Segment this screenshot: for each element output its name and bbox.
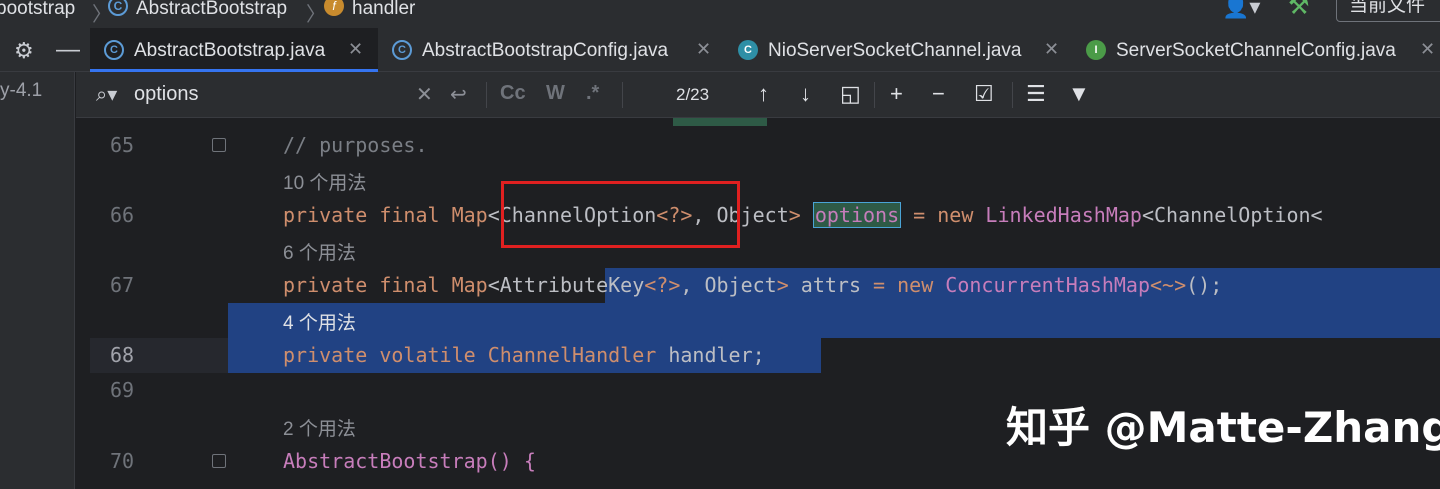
breadcrumb-item-field[interactable]: handler	[352, 0, 415, 20]
usage-hint[interactable]: 2 个用法	[283, 414, 356, 441]
search-input[interactable]	[134, 80, 424, 108]
class-lock-icon: C	[392, 40, 412, 60]
usage-hint[interactable]: 10 个用法	[283, 168, 366, 195]
field-icon: f	[324, 0, 344, 16]
code-line: private final Map<ChannelOption<?>, Obje…	[283, 202, 1323, 228]
search-match-highlight: options	[812, 202, 902, 228]
tab-label: NioServerSocketChannel.java	[768, 40, 1022, 61]
class-lock-icon: C	[104, 40, 124, 60]
line-number: 65	[110, 133, 135, 157]
line-number: 69	[110, 378, 135, 402]
replace-toggle-icon[interactable]: ↩	[450, 82, 467, 107]
clear-search-icon[interactable]: ✕	[416, 82, 433, 107]
search-icon[interactable]: ⌕▾	[96, 82, 117, 107]
line-number: 70	[110, 449, 135, 473]
close-icon[interactable]: ✕	[1420, 39, 1435, 60]
close-icon[interactable]: ✕	[696, 39, 711, 60]
tab-abstract-bootstrap[interactable]: C AbstractBootstrap.java ✕	[90, 28, 378, 72]
search-match-marker	[673, 118, 767, 126]
code-line: // purposes.	[283, 133, 428, 157]
fold-icon[interactable]	[212, 138, 226, 152]
usage-hint[interactable]: 4 个用法	[283, 308, 356, 335]
gear-icon[interactable]: ⚙	[14, 38, 34, 64]
tab-label: ServerSocketChannelConfig.java	[1116, 40, 1396, 61]
class-icon: C	[108, 0, 128, 16]
selection	[228, 303, 1440, 338]
line-gutter	[90, 118, 228, 489]
add-occurrence-icon[interactable]: +	[890, 81, 903, 107]
divider	[622, 82, 623, 108]
select-occurrences-icon[interactable]: ☑	[974, 81, 994, 107]
tab-abstract-bootstrap-config[interactable]: C AbstractBootstrapConfig.java ✕	[378, 28, 722, 72]
project-panel: y-4.1	[0, 72, 75, 489]
close-icon[interactable]: ✕	[348, 39, 363, 60]
code-line: private volatile ChannelHandler handler;	[283, 343, 765, 367]
usage-hint[interactable]: 6 个用法	[283, 238, 356, 265]
match-count: 2/23	[676, 85, 710, 104]
fold-icon[interactable]	[212, 454, 226, 468]
line-number: 67	[110, 273, 135, 297]
breadcrumb: bootstrap 〉 C AbstractBootstrap 〉 f hand…	[0, 0, 1440, 28]
divider	[1012, 82, 1013, 108]
divider	[874, 82, 875, 108]
match-case-button[interactable]: Cc	[500, 82, 526, 105]
interface-icon: I	[1086, 40, 1106, 60]
tab-label: AbstractBootstrap.java	[134, 40, 326, 61]
next-occurrence-icon[interactable]: ↓	[800, 81, 811, 107]
previous-occurrence-icon[interactable]: ↑	[758, 81, 769, 107]
annotation-box	[501, 181, 740, 248]
code-line: AbstractBootstrap() {	[283, 449, 536, 473]
build-hammer-icon[interactable]: ⚒	[1288, 0, 1318, 20]
watermark: 知乎 @Matte-Zhang	[1006, 403, 1440, 452]
divider	[486, 82, 487, 108]
breadcrumb-separator: 〉	[306, 4, 326, 26]
find-bar: ⌕▾ ✕ ↩ Cc W .* 2/23 ↑ ↓ ◱ + − ☑ ☰ ▼	[76, 72, 1440, 118]
minimize-icon[interactable]: —	[56, 36, 80, 64]
user-menu-icon[interactable]: 👤▾	[1222, 0, 1266, 19]
breadcrumb-item-package[interactable]: bootstrap	[0, 0, 75, 20]
tab-label: AbstractBootstrapConfig.java	[422, 40, 669, 61]
whole-words-button[interactable]: W	[546, 82, 565, 105]
select-all-occurrences-icon[interactable]: ◱	[840, 81, 861, 107]
filter-icon[interactable]: ▼	[1068, 81, 1090, 107]
breadcrumb-item-class[interactable]: AbstractBootstrap	[136, 0, 287, 20]
tab-nio-server-socket-channel[interactable]: C NioServerSocketChannel.java ✕	[724, 28, 1070, 72]
line-number: 68	[110, 343, 135, 367]
close-icon[interactable]: ✕	[1044, 39, 1059, 60]
scope-selector[interactable]: 当前文件	[1336, 0, 1440, 22]
editor-tab-bar: ⚙ — C AbstractBootstrap.java ✕ C Abstrac…	[0, 28, 1440, 72]
code-line: private final Map<AttributeKey<?>, Objec…	[283, 273, 1223, 297]
line-number: 66	[110, 203, 135, 227]
class-icon: C	[738, 40, 758, 60]
regex-button[interactable]: .*	[586, 82, 599, 105]
project-tree-item[interactable]: y-4.1	[0, 80, 42, 102]
format-icon[interactable]: ☰	[1026, 81, 1046, 107]
remove-occurrence-icon[interactable]: −	[932, 81, 945, 107]
tab-server-socket-channel-config[interactable]: I ServerSocketChannelConfig.java ✕	[1072, 28, 1440, 72]
